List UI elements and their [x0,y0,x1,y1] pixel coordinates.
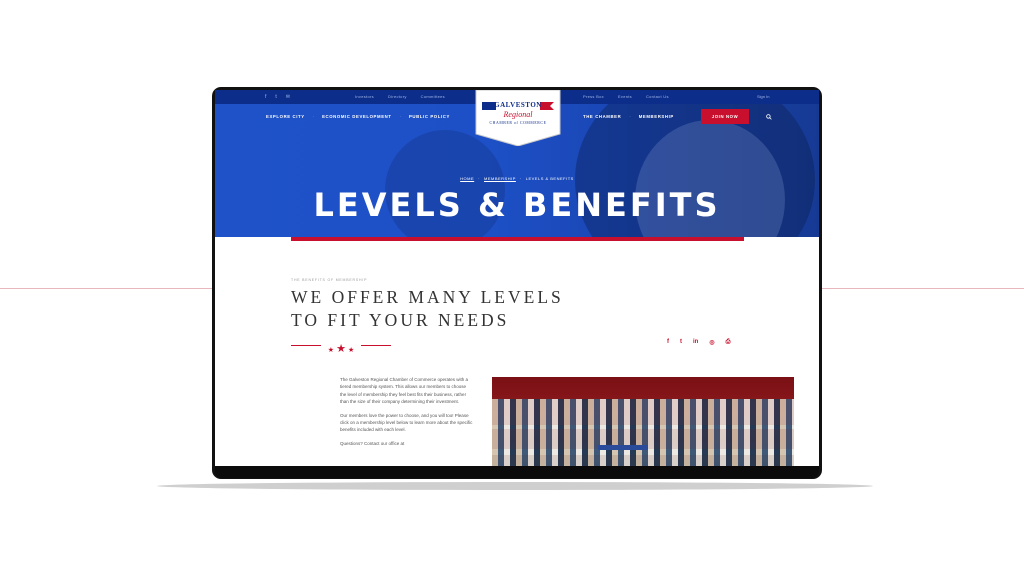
utility-link-contact[interactable]: Contact Us [646,94,669,99]
share-links: f t in ◎ ⎙ [667,339,730,346]
paragraph: The Galveston Regional Chamber of Commer… [340,377,469,405]
utility-link-directory[interactable]: Directory [388,94,407,99]
instagram-icon[interactable]: ◎ [709,339,714,346]
breadcrumb: HOME · MEMBERSHIP · LEVELS & BENEFITS [460,176,574,181]
star-icon: ★ [327,347,335,354]
join-now-button[interactable]: JOIN NOW [701,109,749,124]
breadcrumb-current: LEVELS & BENEFITS [525,176,574,181]
email-icon[interactable]: ✉ [286,93,290,101]
hero-accent-bar [291,237,744,241]
facebook-icon[interactable]: f [265,93,266,101]
nav-public-policy[interactable]: PUBLIC POLICY [409,114,450,119]
utility-link-committees[interactable]: Committees [421,94,445,99]
nav-the-chamber[interactable]: THE CHAMBER [583,114,621,119]
logo-text: GALVESTON Regional CHAMBER of COMMERCE [474,90,562,146]
twitter-icon[interactable]: t [275,93,276,101]
utility-link-press-box[interactable]: Press Box [583,94,604,99]
facebook-icon[interactable]: f [667,339,669,346]
photo-crowd-front [492,449,794,466]
paragraph: Questions? Contact our office at [340,440,405,446]
nav-separator: · [629,114,631,119]
star-divider: ★ ★ ★ [321,339,361,355]
linkedin-icon[interactable]: in [693,339,698,346]
browser-screen: f t ✉ Investors Directory Committees Pre… [215,90,819,466]
search-icon[interactable] [766,114,772,120]
nav-economic-development[interactable]: ECONOMIC DEVELOPMENT [322,114,392,119]
main-nav-right: THE CHAMBER · MEMBERSHIP [583,114,674,119]
intro-text: The Galveston Regional Chamber of Commer… [340,376,473,453]
laptop-frame: f t ✉ Investors Directory Committees Pre… [212,87,822,479]
utility-links-left: Investors Directory Committees [355,94,445,99]
top-social-links: f t ✉ [265,93,290,101]
paragraph: Our members love the power to choose, an… [340,412,473,433]
twitter-icon[interactable]: t [680,339,682,346]
breadcrumb-home[interactable]: HOME [460,176,474,181]
group-photo [492,377,794,466]
print-icon[interactable]: ⎙ [726,339,731,346]
page-title: LEVELS & BENEFITS [313,186,721,224]
logo-line-2: Regional [503,110,533,119]
heading-line-2: TO FIT YOUR NEEDS [291,310,510,330]
utility-link-investors[interactable]: Investors [355,94,374,99]
sign-in-link[interactable]: Sign In [757,94,769,99]
logo-line-1: GALVESTON [494,101,542,109]
star-icon: ★ [347,347,355,354]
nav-separator: · [312,114,315,119]
logo-line-3: CHAMBER of COMMERCE [489,121,547,125]
section-heading: WE OFFER MANY LEVELS TO FIT YOUR NEEDS [291,286,564,332]
star-icon: ★ [336,343,346,355]
nav-separator: · [399,114,401,119]
main-nav-left: EXPLORE CITY · ECONOMIC DEVELOPMENT · PU… [266,114,450,119]
photo-ribbon [598,445,648,450]
decor-line-right [822,288,1024,289]
laptop-bezel-bottom [215,466,819,478]
device-shadow [157,482,873,490]
breadcrumb-membership[interactable]: MEMBERSHIP [484,176,516,181]
nav-explore-city[interactable]: EXPLORE CITY [266,114,305,119]
decor-line-left [0,288,214,289]
section-eyebrow: THE BENEFITS OF MEMBERSHIP [291,278,368,282]
utility-links-right: Press Box Events Contact Us [583,94,669,99]
nav-membership[interactable]: MEMBERSHIP [639,114,674,119]
utility-link-events[interactable]: Events [618,94,632,99]
heading-line-1: WE OFFER MANY LEVELS [291,287,564,307]
